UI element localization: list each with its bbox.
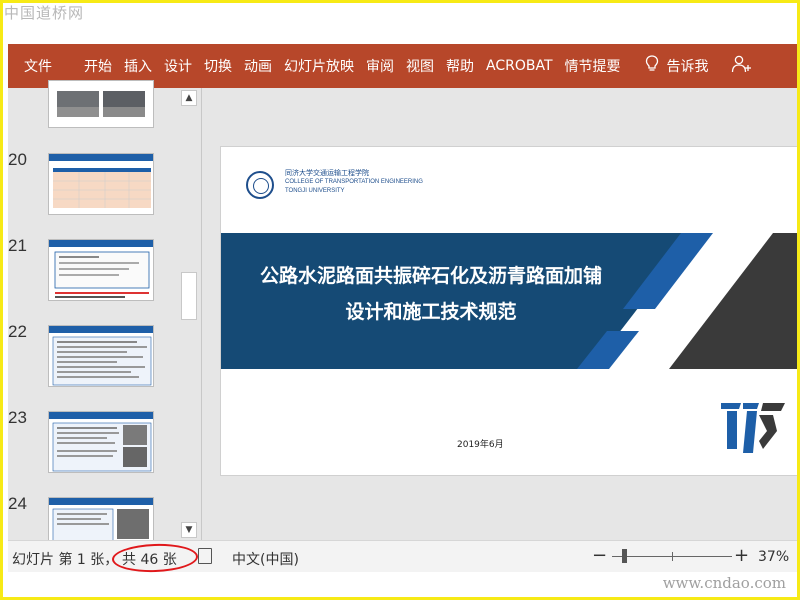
watermark-top: 中国道桥网 bbox=[4, 4, 85, 22]
slide-date: 2019年6月 bbox=[457, 440, 504, 450]
tab-transitions[interactable]: 切换 bbox=[198, 44, 238, 88]
tts-logo-icon bbox=[721, 403, 785, 453]
slide-number-22: 22 bbox=[8, 322, 27, 341]
zoom-out-button[interactable]: − bbox=[592, 545, 607, 566]
tab-view[interactable]: 视图 bbox=[400, 44, 440, 88]
zoom-in-button[interactable]: + bbox=[734, 545, 749, 566]
thumbnail-pane: 20 21 22 23 24 bbox=[8, 80, 178, 545]
college-name-cn: 同济大学交通运输工程学院 bbox=[285, 170, 369, 177]
zoom-percentage[interactable]: 37% bbox=[758, 549, 789, 565]
tab-design[interactable]: 设计 bbox=[158, 44, 198, 88]
tab-animations[interactable]: 动画 bbox=[238, 44, 278, 88]
college-header: 同济大学交通运输工程学院 COLLEGE OF TRANSPORTATION E… bbox=[285, 169, 423, 196]
scroll-up-arrow-icon[interactable]: ▲ bbox=[181, 90, 197, 106]
notes-icon[interactable] bbox=[198, 548, 212, 564]
university-seal-icon bbox=[246, 171, 274, 199]
scroll-down-arrow-icon[interactable]: ▼ bbox=[181, 522, 197, 538]
slide-number-23: 23 bbox=[8, 408, 27, 427]
status-bar: 幻灯片 第 1 张， 共 46 张 中文(中国) − + 37% bbox=[8, 540, 800, 574]
slide-thumbnail-24[interactable] bbox=[48, 497, 154, 545]
university-name-en: TONGJI UNIVERSITY bbox=[285, 188, 345, 194]
slide-position-text: 幻灯片 第 1 张， bbox=[12, 552, 119, 568]
tab-acrobat[interactable]: ACROBAT bbox=[480, 44, 559, 88]
language-indicator[interactable]: 中文(中国) bbox=[232, 549, 299, 569]
zoom-slider-thumb[interactable] bbox=[622, 549, 627, 563]
lightbulb-icon[interactable] bbox=[641, 54, 663, 78]
slide-thumbnail-19[interactable] bbox=[48, 80, 154, 128]
slide-title-line-2: 设计和施工技术规范 bbox=[345, 301, 517, 323]
slide-number-21: 21 bbox=[8, 236, 27, 255]
slide-thumbnail-23[interactable] bbox=[48, 411, 154, 473]
zoom-slider-midmark bbox=[672, 552, 673, 561]
slide-thumbnail-21[interactable] bbox=[48, 239, 154, 301]
slide-thumbnail-22[interactable] bbox=[48, 325, 154, 387]
watermark-bottom: www.cndao.com bbox=[662, 574, 786, 592]
pane-divider[interactable] bbox=[201, 88, 202, 540]
slide-total-text: 共 46 张 bbox=[122, 552, 177, 568]
slide-title-line-1: 公路水泥路面共振碎石化及沥青路面加铺 bbox=[259, 265, 602, 287]
slide-canvas[interactable]: 同济大学交通运输工程学院 COLLEGE OF TRANSPORTATION E… bbox=[220, 146, 798, 476]
slide-number-24: 24 bbox=[8, 494, 27, 513]
workspace: 20 21 22 23 24 ▲ ▼ 同济大学交通运输工程学院 COLLEGE bbox=[8, 80, 800, 545]
tell-me-search[interactable]: 告诉我 bbox=[663, 44, 727, 88]
tab-review[interactable]: 审阅 bbox=[360, 44, 400, 88]
tab-slideshow[interactable]: 幻灯片放映 bbox=[278, 44, 360, 88]
tab-help[interactable]: 帮助 bbox=[440, 44, 480, 88]
scrollbar-thumb[interactable] bbox=[181, 272, 197, 320]
tab-storyboard[interactable]: 情节提要 bbox=[559, 44, 627, 88]
slide-number-20: 20 bbox=[8, 150, 27, 169]
thumbnail-scrollbar[interactable]: ▲ ▼ bbox=[180, 88, 198, 540]
college-name-en: COLLEGE OF TRANSPORTATION ENGINEERING bbox=[285, 179, 423, 185]
person-add-icon[interactable] bbox=[727, 55, 753, 77]
slide-thumbnail-20[interactable] bbox=[48, 153, 154, 215]
